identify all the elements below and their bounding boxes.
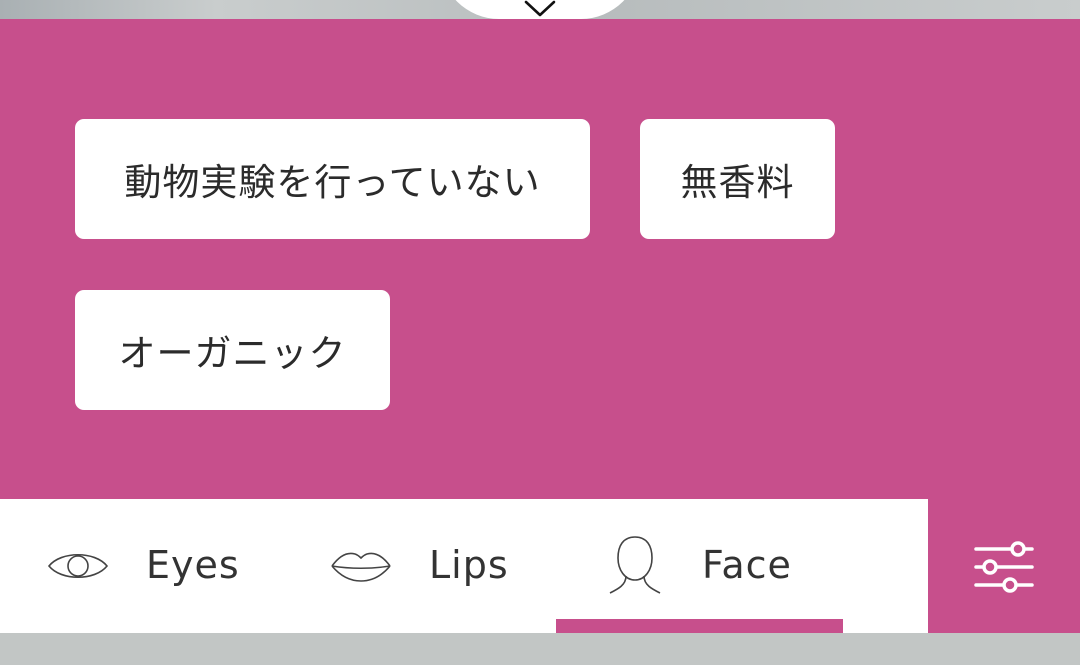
filter-chip-label: 動物実験を行っていない: [124, 161, 541, 204]
tab-label: Lips: [429, 543, 509, 587]
category-tab-bar: Eyes Lips Face: [0, 499, 928, 633]
tab-eyes[interactable]: Eyes: [0, 499, 285, 633]
filter-panel: 動物実験を行っていない 無香料 オーガニック: [0, 19, 1080, 499]
sliders-icon[interactable]: [968, 539, 1040, 595]
filter-chip-organic[interactable]: オーガニック: [75, 290, 390, 410]
filter-chip-label: 無香料: [680, 161, 795, 204]
filter-chip-cruelty-free[interactable]: 動物実験を行っていない: [75, 119, 590, 239]
filter-chip-fragrance-free[interactable]: 無香料: [640, 119, 835, 239]
tab-label: Eyes: [146, 543, 240, 587]
face-icon: [609, 536, 661, 594]
filter-button-area: [928, 499, 1080, 633]
tab-lips[interactable]: Lips: [285, 499, 556, 633]
bottom-strip: [0, 633, 1080, 665]
tab-label: Face: [702, 543, 792, 587]
screen: 動物実験を行っていない 無香料 オーガニック Eyes Lips Face: [0, 0, 1080, 665]
active-tab-indicator: [556, 619, 843, 633]
filter-chip-label: オーガニック: [118, 332, 347, 375]
tab-face[interactable]: Face: [556, 499, 843, 633]
eye-icon: [47, 554, 109, 578]
chevron-down-icon[interactable]: [523, 0, 557, 18]
lips-icon: [331, 552, 391, 582]
